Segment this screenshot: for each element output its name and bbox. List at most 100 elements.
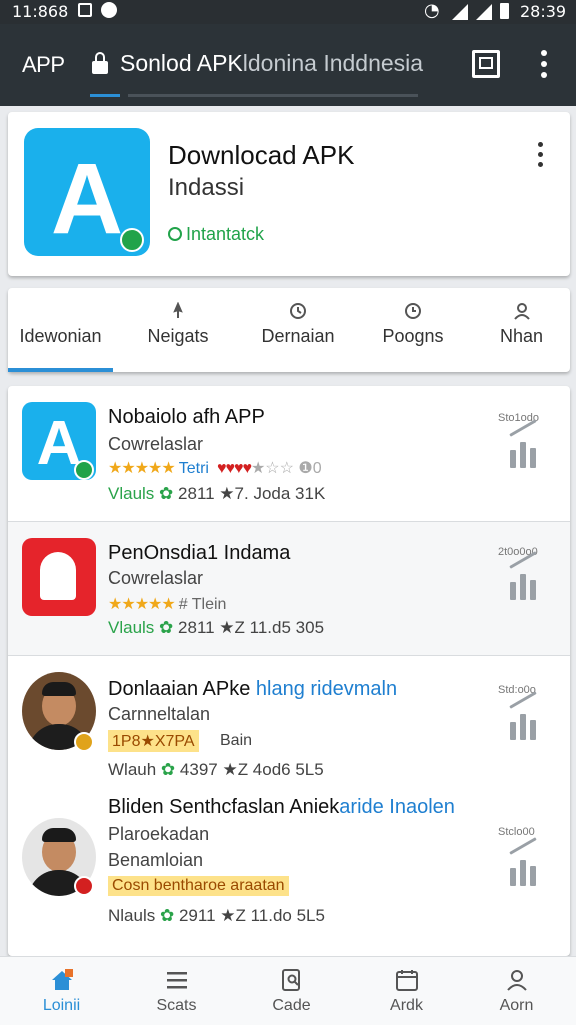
download-chart-icon[interactable] <box>500 691 544 740</box>
install-status: Intantatck <box>168 224 264 245</box>
more-vert-icon[interactable] <box>538 50 550 78</box>
clock-icon <box>290 303 306 319</box>
red-badge-icon <box>74 876 94 896</box>
app-icon <box>22 538 96 616</box>
stats-text: 2811 ★7. Joda 31K <box>178 484 326 503</box>
nav-label: Cade <box>272 997 311 1014</box>
app-stats: Vlauls ✿ 2811 ★Z 11.d5 305 <box>108 618 324 638</box>
app-category: Plaroekadan <box>108 824 210 844</box>
home-icon <box>51 969 73 990</box>
verified-badge-icon <box>120 228 144 252</box>
tab-label: Poogns <box>382 326 444 346</box>
list-item[interactable]: A Nobaiolo afh APP Cowrelaslar ★★★★★ Tetr… <box>8 386 570 522</box>
nav-label: Aorn <box>499 997 534 1014</box>
signal-icon <box>452 4 468 20</box>
url-main: Sonlod APK <box>120 50 243 76</box>
stats-prefix: Wlauh <box>108 760 157 779</box>
lock-icon <box>92 52 108 74</box>
tab-switcher-icon[interactable] <box>472 50 500 78</box>
gold-badge-icon <box>74 732 94 752</box>
nav-scats[interactable]: Scats <box>119 957 234 1025</box>
header-more-icon[interactable] <box>534 142 546 168</box>
app-label[interactable]: APP <box>22 52 65 78</box>
download-chart-icon[interactable] <box>500 551 544 600</box>
nav-aorn[interactable]: Aorn <box>459 957 574 1025</box>
stats-prefix: Vlauls <box>108 484 155 503</box>
calendar-icon <box>395 970 418 991</box>
menu-icon <box>166 972 187 989</box>
pin-icon <box>173 302 183 318</box>
tab-neigats[interactable]: Neigats <box>123 288 233 372</box>
nav-ardk[interactable]: Ardk <box>349 957 464 1025</box>
nav-label: Scats <box>156 997 197 1014</box>
app-name: Nobaiolo afh APP <box>108 406 265 428</box>
tab-label: Nhan <box>499 326 544 346</box>
highlight-tag: Cosn bentharoe araatan <box>108 876 289 896</box>
nav-label: Loinii <box>42 997 81 1014</box>
verified-badge-icon <box>74 460 94 480</box>
url-underline <box>128 94 418 97</box>
rating-text: Tetri <box>178 460 209 477</box>
list-item[interactable]: Donlaaian APke hlang ridevmaln Carnnelta… <box>8 656 570 788</box>
app-stats: Nlauls ✿ 2911 ★Z 11.do 5L5 <box>108 906 325 926</box>
tab-dernaian[interactable]: Dernaian <box>243 288 353 372</box>
person-icon <box>513 303 530 320</box>
download-chart-icon[interactable] <box>500 837 544 886</box>
app-rating: ★★★★★ Tetri ♥♥♥♥★☆☆ ❶0 <box>108 458 322 478</box>
nav-cade[interactable]: Cade <box>234 957 349 1025</box>
stats-text: 2811 ★Z 11.d5 305 <box>178 618 325 637</box>
leaf-icon: ✿ <box>159 484 174 503</box>
leaf-icon: ✿ <box>159 618 174 637</box>
app-stats: Wlauh ✿ 4397 ★Z 4od6 5L5 <box>108 760 324 780</box>
rating-stars: ★★★★★ <box>108 596 176 613</box>
url-field[interactable]: Sonlod APKldonina Inddnesia <box>120 50 423 77</box>
tab-label: Idewonian <box>19 326 102 346</box>
wifi-icon: ◔ <box>424 0 440 21</box>
app-size: Stclo00 <box>498 826 535 838</box>
app-stats: Vlauls ✿ 2811 ★7. Joda 31K <box>108 484 325 504</box>
app-name-link[interactable]: hlang ridevmaln <box>256 678 397 700</box>
check-circle-icon <box>168 227 182 241</box>
url-rest: ldonina Inddnesia <box>242 50 424 76</box>
signal-icon <box>476 4 492 20</box>
leaf-icon: ✿ <box>160 760 176 779</box>
leaf-icon: ✿ <box>159 906 175 925</box>
hearts: ♥♥♥♥ <box>216 460 252 477</box>
status-clock: 28:39 <box>520 2 567 21</box>
app-name-link[interactable]: aride Inaolen <box>339 796 455 818</box>
stats-text: 4397 ★Z 4od6 5L5 <box>179 760 324 779</box>
tab-idewonian[interactable]: Idewonian <box>8 288 113 372</box>
nav-home[interactable]: Loinii <box>4 957 119 1025</box>
app-rating: ★★★★★ # Tlein <box>108 594 226 614</box>
stats-prefix: Nlauls <box>108 906 156 925</box>
tab-label: Dernaian <box>261 326 335 346</box>
page-title: Downlocad APK <box>168 140 355 170</box>
download-chart-icon[interactable] <box>500 419 544 468</box>
list-item[interactable]: PenOnsdia1 Indama Cowrelaslar ★★★★★ # Tle… <box>8 522 570 656</box>
app-name-main: Donlaaian APke <box>108 678 251 700</box>
status-bar: 11:868 ◔ 28:39 <box>0 0 576 24</box>
clock-icon <box>405 303 421 319</box>
app-category: Cowrelaslar <box>108 434 204 454</box>
sync-icon <box>101 2 117 18</box>
status-time: 11:868 <box>12 2 69 21</box>
tab-active-indicator <box>8 368 113 372</box>
highlight-tag: 1P8★X7PA <box>108 730 199 752</box>
person-icon <box>506 970 527 991</box>
highlight-after: Bain <box>220 732 253 749</box>
nav-label: Ardk <box>390 997 423 1014</box>
stats-text: 2911 ★Z 11.do 5L5 <box>178 906 325 925</box>
gray-stars: ★☆☆ ❶0 <box>250 460 322 477</box>
install-status-text: Intantatck <box>186 224 265 244</box>
battery-icon <box>500 3 509 19</box>
notification-icon <box>78 3 92 17</box>
app-subcategory: Benamloian <box>108 850 204 870</box>
tab-poogns[interactable]: Poogns <box>358 288 468 372</box>
app-name: Bliden Senthcfaslan Aniekaride Inaolen <box>108 796 455 819</box>
app-category: Cowrelaslar <box>108 568 204 588</box>
app-name: PenOnsdia1 Indama <box>108 542 291 564</box>
tab-nhan[interactable]: Nhan <box>473 288 570 372</box>
stats-prefix: Vlauls <box>108 618 155 637</box>
list-item[interactable]: Bliden Senthcfaslan Aniekaride Inaolen P… <box>8 788 570 956</box>
app-header-card: A Downlocad APK Indassi Intantatck <box>8 112 570 276</box>
